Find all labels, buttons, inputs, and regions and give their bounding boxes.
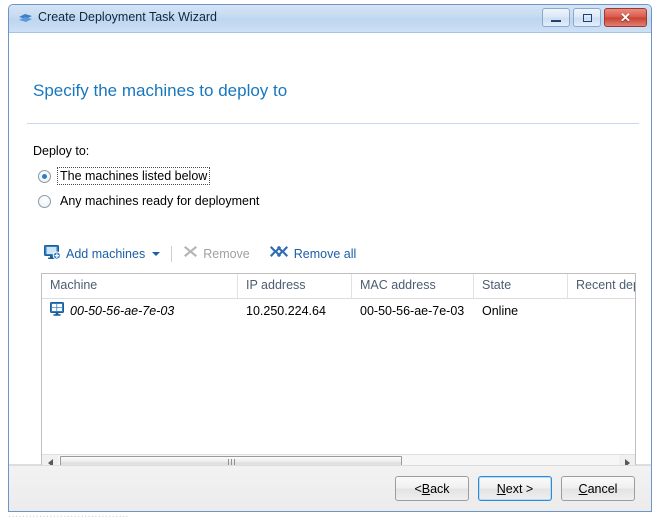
radio-option-machines-listed[interactable]: The machines listed below [38,167,211,185]
footer-buttons: < Back Next > Cancel [395,476,635,501]
wizard-content: Specify the machines to deploy to Deploy… [9,33,651,471]
radio-label-machines-listed: The machines listed below [56,167,211,185]
machines-table: Machine IP address MAC address State Rec… [41,273,636,471]
title-bar[interactable]: Create Deployment Task Wizard ✕ [9,5,651,33]
radio-indicator-machines-listed[interactable] [38,169,51,183]
monitor-add-icon [44,244,61,265]
back-button[interactable]: < Back [395,476,469,501]
column-header-ip-address[interactable]: IP address [238,274,352,298]
column-header-recent-deployment[interactable]: Recent dep [568,274,635,298]
toolbar-separator [171,246,173,262]
radio-option-any-machines[interactable]: Any machines ready for deployment [38,192,261,210]
screen-root: ................................... Crea… [0,0,660,521]
title-divider [27,123,639,124]
maximize-button[interactable] [573,8,601,27]
next-button-accel: N [496,481,506,496]
add-machines-label: Add machines [66,247,146,261]
cell-ip-address: 10.250.224.64 [246,303,326,318]
back-button-prefix: < [414,481,422,496]
radio-indicator-any-machines[interactable] [38,194,51,208]
close-icon: ✕ [620,10,631,25]
double-x-mark-icon [269,244,289,264]
cell-machine-text: 00-50-56-ae-7e-03 [70,303,175,318]
remove-button[interactable]: Remove [180,243,253,265]
window-title: Create Deployment Task Wizard [38,10,218,24]
maximize-icon [582,13,592,22]
table-row[interactable]: 00-50-56-ae-7e-03 10.250.224.64 00-50-56… [42,299,635,322]
page-title: Specify the machines to deploy to [33,81,288,100]
cancel-button[interactable]: Cancel [561,476,635,501]
back-button-suffix: ack [430,481,450,496]
table-header-row: Machine IP address MAC address State Rec… [42,274,635,299]
remove-label: Remove [203,247,250,261]
close-button[interactable]: ✕ [604,8,647,27]
remove-all-button[interactable]: Remove all [267,243,360,265]
cell-state: Online [482,303,519,318]
minimize-icon [551,19,561,22]
cell-mac-address: 00-50-56-ae-7e-03 [360,303,465,318]
remove-all-label: Remove all [293,247,357,261]
wizard-window: Create Deployment Task Wizard ✕ Specify … [8,4,652,512]
wizard-wand-icon [18,12,33,25]
cancel-button-suffix: ancel [587,481,618,496]
monitor-icon [50,302,64,319]
column-header-mac-address[interactable]: MAC address [352,274,474,298]
cancel-button-accel: C [578,481,588,496]
next-button[interactable]: Next > [478,476,552,501]
machines-toolbar: Add machines Remove Remove all [41,242,359,266]
x-mark-icon [183,244,198,264]
chevron-down-icon[interactable] [152,252,161,256]
minimize-button[interactable] [542,8,570,27]
deploy-to-label: Deploy to: [33,144,90,158]
window-controls: ✕ [542,8,647,27]
radio-label-any-machines: Any machines ready for deployment [60,194,260,208]
table-body: 00-50-56-ae-7e-03 10.250.224.64 00-50-56… [42,299,635,456]
column-header-machine[interactable]: Machine [42,274,238,298]
wizard-footer: < Back Next > Cancel [9,465,651,511]
next-button-suffix: ext > [505,481,534,496]
back-button-accel: B [421,481,431,496]
cell-machine: 00-50-56-ae-7e-03 [42,302,238,319]
column-header-state[interactable]: State [474,274,568,298]
add-machines-button[interactable]: Add machines [41,243,163,265]
